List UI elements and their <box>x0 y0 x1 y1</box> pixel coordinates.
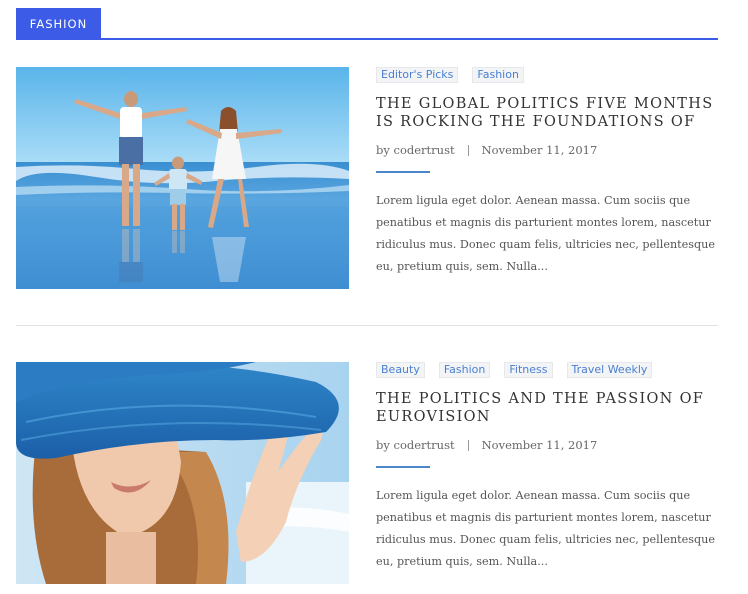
post-thumbnail-beach-family[interactable] <box>16 67 349 289</box>
post-author[interactable]: by codertrust <box>376 438 455 452</box>
post-divider <box>16 325 718 326</box>
section-header: FASHION <box>16 8 718 40</box>
tag-fashion[interactable]: Fashion <box>438 362 491 378</box>
post-content: Editor's Picks Fashion THE GLOBAL POLITI… <box>376 67 718 278</box>
post-excerpt: Lorem ligula eget dolor. Aenean massa. C… <box>376 489 715 568</box>
post-date: November 11, 2017 <box>481 438 598 452</box>
meta-underline <box>376 466 430 468</box>
meta-separator <box>467 439 469 451</box>
section-tab-fashion[interactable]: FASHION <box>16 8 101 39</box>
meta-separator <box>467 144 469 156</box>
post-meta: by codertrust November 11, 2017 <box>376 143 718 157</box>
post-author[interactable]: by codertrust <box>376 143 455 157</box>
post-tags: Editor's Picks Fashion <box>376 67 718 83</box>
meta-underline <box>376 171 430 173</box>
tag-fitness[interactable]: Fitness <box>504 362 553 378</box>
tag-beauty[interactable]: Beauty <box>376 362 425 378</box>
post-date: November 11, 2017 <box>481 143 598 157</box>
post-excerpt: Lorem ligula eget dolor. Aenean massa. C… <box>376 194 715 273</box>
post-card: Beauty Fashion Fitness Travel Weekly THE… <box>16 362 718 584</box>
tag-editors-picks[interactable]: Editor's Picks <box>376 67 459 83</box>
post-card: Editor's Picks Fashion THE GLOBAL POLITI… <box>16 67 718 289</box>
tag-fashion[interactable]: Fashion <box>472 67 524 83</box>
post-title[interactable]: THE POLITICS AND THE PASSION OF EUROVISI… <box>376 390 718 426</box>
post-tags: Beauty Fashion Fitness Travel Weekly <box>376 362 718 378</box>
post-title[interactable]: THE GLOBAL POLITICS FIVE MONTHS IS ROCKI… <box>376 95 718 131</box>
post-meta: by codertrust November 11, 2017 <box>376 438 718 452</box>
tag-travel-weekly[interactable]: Travel Weekly <box>566 362 653 378</box>
post-content: Beauty Fashion Fitness Travel Weekly THE… <box>376 362 718 573</box>
post-thumbnail-woman-blue-hat[interactable] <box>16 362 349 584</box>
